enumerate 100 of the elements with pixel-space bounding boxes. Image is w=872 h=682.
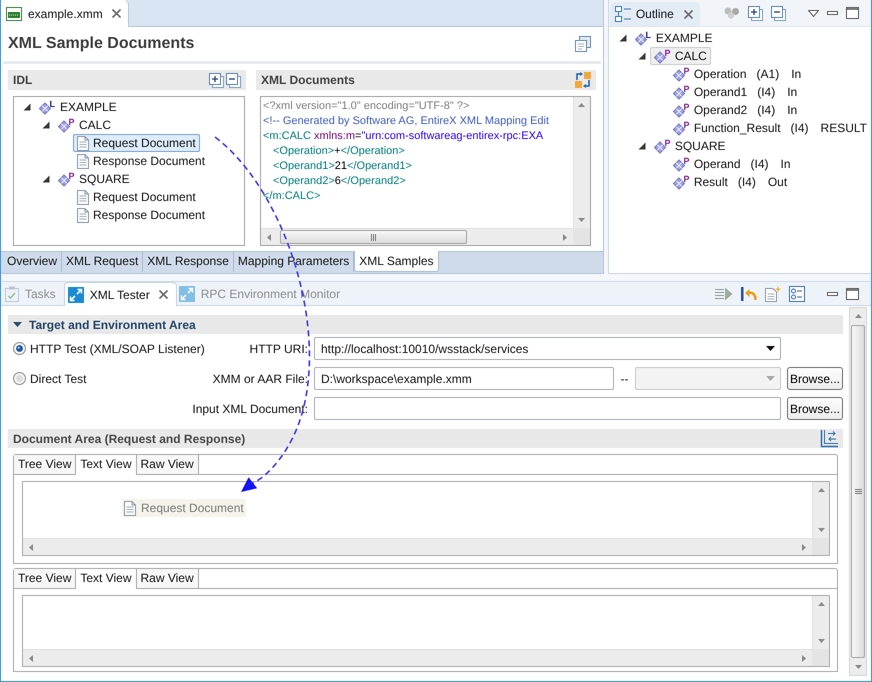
arrow-right-icon[interactable] (562, 234, 567, 240)
disclosure-triangle-icon[interactable] (618, 34, 627, 42)
scrollbar-thumb[interactable] (280, 230, 467, 244)
document-star-icon[interactable] (765, 286, 781, 302)
disclosure-triangle-icon[interactable] (638, 142, 646, 150)
horizontal-scrollbar[interactable] (261, 228, 573, 245)
arrow-left-icon[interactable] (29, 654, 33, 662)
arrow-up-icon[interactable] (578, 103, 586, 107)
tree-item[interactable]: L EXAMPLE (630, 29, 717, 47)
swap-arrows-icon[interactable] (574, 72, 591, 88)
page-tab[interactable]: XML Request (62, 252, 144, 272)
view-menu-icon[interactable] (808, 10, 819, 16)
arrow-right-icon[interactable] (802, 544, 806, 550)
tree-item[interactable]: P Operand1 (I4) In (668, 83, 802, 101)
play-lines-icon[interactable] (715, 286, 733, 300)
radio-label[interactable]: Direct Test (30, 372, 86, 386)
input-field[interactable] (314, 397, 781, 420)
view-tab[interactable]: XML Tester (64, 282, 177, 306)
horizontal-scrollbar[interactable] (23, 649, 812, 666)
maximize-icon[interactable] (846, 7, 859, 19)
close-icon[interactable] (158, 289, 169, 300)
collapse-all-icon[interactable] (226, 72, 241, 88)
view-tab[interactable]: Text View (76, 455, 136, 475)
tree-item[interactable]: P Function_Result (I4) RESULT (668, 119, 871, 137)
code-line: <Operand2>6</Operand2> (273, 174, 407, 189)
arrow-left-icon[interactable] (267, 234, 271, 240)
minimize-icon[interactable] (827, 11, 838, 15)
browse-button[interactable]: Browse... (787, 397, 843, 420)
tree-item[interactable]: P CALC (54, 116, 116, 134)
minimize-icon[interactable] (827, 292, 838, 296)
tree-item[interactable]: Response Document (73, 206, 210, 224)
list-icon[interactable] (789, 286, 805, 302)
copy-icon[interactable] (574, 36, 591, 52)
circles-icon[interactable] (724, 7, 740, 19)
tree-item[interactable]: Response Document (73, 152, 210, 170)
browse-button[interactable]: Browse... (787, 367, 843, 390)
vertical-scrollbar[interactable] (812, 482, 829, 538)
dropdown-caret-icon[interactable] (766, 346, 775, 351)
section-title[interactable]: Target and Environment Area (29, 318, 196, 332)
arrow-down-icon[interactable] (818, 639, 824, 643)
disclosure-triangle-icon[interactable] (42, 175, 50, 183)
arrows-tile-icon[interactable] (68, 286, 84, 302)
field-label: HTTP URI: (250, 342, 308, 356)
tree-item[interactable]: P Operation (A1) In (668, 65, 806, 83)
disclosure-triangle-icon[interactable] (42, 121, 50, 129)
section-title: XML Documents (261, 73, 355, 87)
text-area[interactable] (22, 595, 830, 667)
tree-item[interactable]: P Result (I4) Out (668, 173, 792, 191)
page-tab[interactable]: Overview (3, 252, 62, 272)
close-icon[interactable] (110, 8, 122, 19)
clipboard-icon[interactable] (5, 286, 19, 302)
arrows-tile-icon[interactable] (178, 286, 195, 302)
view-tab[interactable]: Tree View (14, 569, 76, 588)
radio-button[interactable] (13, 372, 26, 385)
expand-all-icon[interactable] (748, 6, 763, 20)
tree-item[interactable]: L EXAMPLE (35, 98, 121, 116)
text-field[interactable]: D:\workspace\example.xmm (314, 367, 614, 390)
view-tab[interactable]: Text View (76, 569, 136, 589)
view-tab[interactable]: Raw View (136, 569, 199, 588)
disclosure-triangle-icon[interactable] (13, 320, 22, 329)
tree-item[interactable]: P SQUARE (650, 137, 730, 155)
tree-item[interactable]: P SQUARE (54, 170, 134, 188)
corner-arrows-icon[interactable] (820, 430, 838, 448)
arrow-up-icon[interactable] (854, 314, 862, 318)
page-tab[interactable]: XML Response (143, 252, 234, 272)
disclosure-triangle-icon[interactable] (638, 52, 646, 60)
view-tab[interactable]: Outline (610, 2, 700, 26)
arrow-up-icon[interactable] (818, 488, 824, 492)
view-tab[interactable]: Tree View (14, 455, 76, 474)
page-tab[interactable]: XML Samples (354, 251, 439, 272)
collapse-all-icon[interactable] (771, 6, 786, 20)
tree-item[interactable]: P Operand (I4) In (668, 155, 795, 173)
vertical-scrollbar[interactable] (849, 307, 867, 676)
field-label: XMM or AAR File: (212, 372, 308, 386)
tree-item[interactable]: P CALC (650, 47, 711, 65)
return-arrow-icon[interactable] (741, 286, 757, 300)
tree-item[interactable]: Request Document (73, 134, 200, 152)
expand-all-icon[interactable] (209, 72, 224, 88)
radio-button[interactable] (13, 342, 26, 355)
arrow-down-icon[interactable] (854, 665, 862, 669)
vertical-scrollbar[interactable] (572, 97, 590, 228)
scrollbar-thumb[interactable] (851, 325, 865, 658)
vertical-scrollbar[interactable] (812, 596, 829, 649)
arrow-up-icon[interactable] (818, 602, 824, 606)
tree-item[interactable]: Request Document (73, 188, 200, 206)
close-icon[interactable] (682, 8, 694, 20)
arrow-down-icon[interactable] (818, 528, 824, 532)
text-area[interactable]: Request Document (22, 481, 830, 556)
radio-label[interactable]: HTTP Test (XML/SOAP Listener) (30, 342, 205, 356)
horizontal-scrollbar[interactable] (23, 538, 812, 555)
disclosure-triangle-icon[interactable] (23, 103, 31, 111)
view-tab[interactable]: Raw View (136, 455, 199, 474)
maximize-icon[interactable] (846, 288, 859, 300)
arrow-down-icon[interactable] (578, 218, 586, 222)
editor-tab[interactable]: example.xmm (1, 0, 129, 27)
combo-box[interactable]: http://localhost:10010/wsstack/services (314, 337, 781, 360)
arrow-right-icon[interactable] (802, 654, 806, 662)
xml-text-area[interactable] (260, 96, 591, 246)
tree-item[interactable]: P Operand2 (I4) In (668, 101, 802, 119)
arrow-left-icon[interactable] (29, 544, 33, 550)
